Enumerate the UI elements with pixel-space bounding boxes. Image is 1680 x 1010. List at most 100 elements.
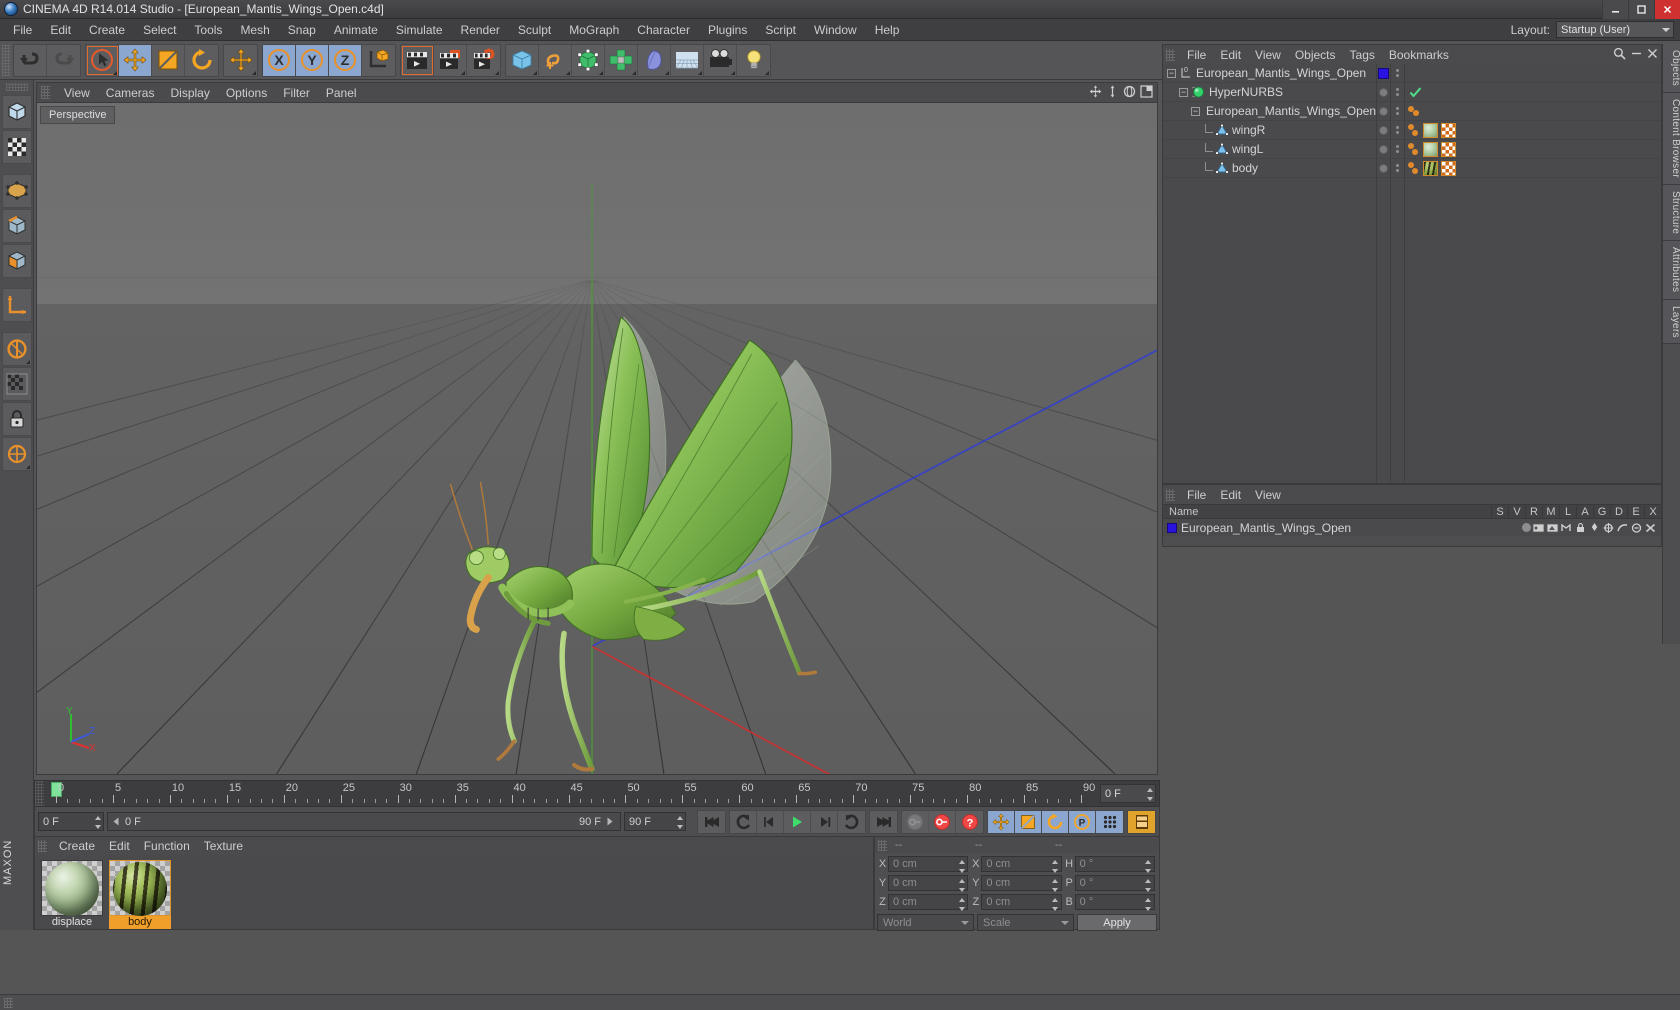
layer-column-s[interactable]: S [1491, 505, 1508, 518]
stepper-icon[interactable] [1145, 879, 1152, 892]
menu-item-file[interactable]: File [4, 20, 41, 40]
check-icon[interactable] [1409, 86, 1422, 99]
world-coordinates-button[interactable] [362, 45, 395, 76]
move-tool-button[interactable] [119, 44, 152, 76]
texture-tag-body-icon[interactable] [1423, 160, 1438, 176]
viewport-menu-drag-handle[interactable] [41, 86, 50, 99]
menu-item-script[interactable]: Script [756, 20, 805, 40]
visibility-dot-row[interactable] [1377, 140, 1390, 159]
coord-input-rot-b[interactable]: 0 ° [1074, 894, 1155, 911]
go-to-start-button[interactable] [698, 811, 725, 833]
layer-row-name-cell[interactable]: European_Mantis_Wings_Open [1163, 521, 1522, 535]
add-cube-object-button[interactable] [506, 44, 539, 76]
lock-axis-button[interactable] [1, 402, 32, 436]
visibility-dot[interactable] [1379, 87, 1388, 97]
add-deformer-button[interactable] [638, 44, 671, 76]
menu-item-tools[interactable]: Tools [185, 20, 231, 40]
object-row-wingr[interactable]: wingR [1163, 121, 1376, 140]
layer-color-chip[interactable] [1167, 522, 1177, 533]
menu-item-select[interactable]: Select [134, 20, 185, 40]
axis-y-button[interactable]: Y [296, 44, 329, 76]
layer-manager-row[interactable]: European_Mantis_Wings_Open [1163, 519, 1661, 536]
stepper-icon[interactable] [94, 816, 101, 829]
layer-column-a[interactable]: A [1576, 505, 1593, 518]
viewport-menu-panel[interactable]: Panel [318, 84, 365, 102]
modeling-object-button[interactable] [605, 44, 638, 76]
enable-dots-row[interactable] [1391, 83, 1404, 102]
texture-tag-wing-icon[interactable] [1423, 141, 1438, 157]
material-menu-function[interactable]: Function [137, 837, 197, 855]
next-frame-button[interactable] [811, 810, 838, 833]
rotate-tool-button[interactable] [185, 45, 218, 76]
tab-layers[interactable]: Layers [1663, 299, 1680, 345]
viewport-menu-options[interactable]: Options [218, 84, 275, 102]
status-bar-drag-handle[interactable] [4, 997, 13, 1008]
coord-input-pos-z[interactable]: 0 cm [888, 894, 969, 911]
previous-key-button[interactable] [730, 810, 757, 833]
render-settings-button[interactable] [467, 45, 500, 76]
menu-item-mograph[interactable]: MoGraph [560, 20, 628, 40]
tab-structure[interactable]: Structure [1663, 185, 1680, 242]
layer-column-e[interactable]: E [1627, 505, 1644, 518]
viewport-menu-view[interactable]: View [56, 84, 98, 102]
viewport-solo-button[interactable] [1, 367, 32, 401]
object-menu-file[interactable]: File [1180, 46, 1213, 64]
axis-z-button[interactable]: Z [329, 44, 362, 76]
layer-column-d[interactable]: D [1610, 505, 1627, 518]
visibility-dot[interactable] [1379, 144, 1388, 154]
object-menu-bookmarks[interactable]: Bookmarks [1382, 46, 1456, 64]
menu-item-character[interactable]: Character [628, 20, 699, 40]
quantize-button[interactable] [1, 437, 32, 471]
render-view-button[interactable] [401, 44, 434, 76]
timeline-current-frame-field[interactable]: 0 F [1100, 784, 1156, 803]
viewport-menu-cameras[interactable]: Cameras [98, 84, 163, 102]
expand-collapse-icon[interactable]: − [1191, 106, 1200, 116]
menu-item-render[interactable]: Render [452, 20, 509, 40]
tab-content-browser[interactable]: Content Browser [1663, 93, 1680, 185]
texture-tag-wing-icon[interactable] [1423, 122, 1438, 138]
tab-attributes[interactable]: Attributes [1663, 241, 1680, 300]
layer-color-chip[interactable] [1378, 67, 1389, 79]
minimize-button[interactable] [1602, 0, 1628, 19]
layer-render-toggle[interactable] [1546, 522, 1559, 534]
left-palette-drag-handle[interactable] [5, 83, 28, 91]
timeline-drag-handle[interactable] [35, 781, 44, 806]
layer-column-g[interactable]: G [1593, 505, 1610, 518]
coordinate-mode-dropdown[interactable]: Scale [977, 914, 1074, 931]
visibility-dot-row[interactable] [1377, 102, 1390, 121]
stepper-icon[interactable] [958, 898, 965, 911]
coord-input-size-z[interactable]: 0 cm [981, 894, 1062, 911]
record-active-objects-button[interactable] [902, 810, 929, 833]
enable-dots-icon[interactable] [1396, 107, 1399, 115]
material-swatch[interactable] [109, 860, 171, 916]
live-selection-button[interactable] [86, 44, 119, 76]
viewport-menu-display[interactable]: Display [162, 84, 217, 102]
object-row-body[interactable]: body [1163, 159, 1376, 178]
stepper-icon[interactable] [1145, 898, 1152, 911]
enable-dots-row[interactable] [1391, 159, 1404, 178]
toolbar-drag-handle[interactable] [2, 44, 11, 76]
maximize-button[interactable] [1628, 0, 1654, 19]
layer-solo-toggle[interactable] [1522, 523, 1531, 532]
orbit-view-icon[interactable] [1123, 85, 1136, 98]
preview-range-field[interactable]: 0 F 90 F [107, 812, 621, 831]
layer-column-m[interactable]: M [1542, 505, 1559, 518]
layer-expressions-toggle[interactable] [1630, 522, 1643, 534]
material-menu-texture[interactable]: Texture [197, 837, 250, 855]
visibility-dot-row[interactable] [1377, 159, 1390, 178]
model-mode-button[interactable] [1, 95, 32, 129]
layer-menu-file[interactable]: File [1180, 486, 1213, 504]
uvw-tag-icon[interactable] [1441, 122, 1456, 138]
material-swatch[interactable] [41, 860, 103, 916]
expand-collapse-icon[interactable]: − [1179, 87, 1188, 97]
enable-dots-icon[interactable] [1396, 126, 1399, 134]
layer-menu-edit[interactable]: Edit [1213, 486, 1248, 504]
key-position-button[interactable] [988, 810, 1015, 833]
texture-mode-button[interactable] [1, 130, 32, 164]
expand-collapse-icon[interactable]: − [1167, 68, 1176, 78]
object-row-wingl[interactable]: wingL [1163, 140, 1376, 159]
selection-tag-dot-icon[interactable] [1413, 110, 1419, 116]
scale-tool-button[interactable] [152, 44, 185, 76]
move-alt-tool-button[interactable] [224, 45, 257, 76]
stepper-icon[interactable] [1052, 898, 1059, 911]
